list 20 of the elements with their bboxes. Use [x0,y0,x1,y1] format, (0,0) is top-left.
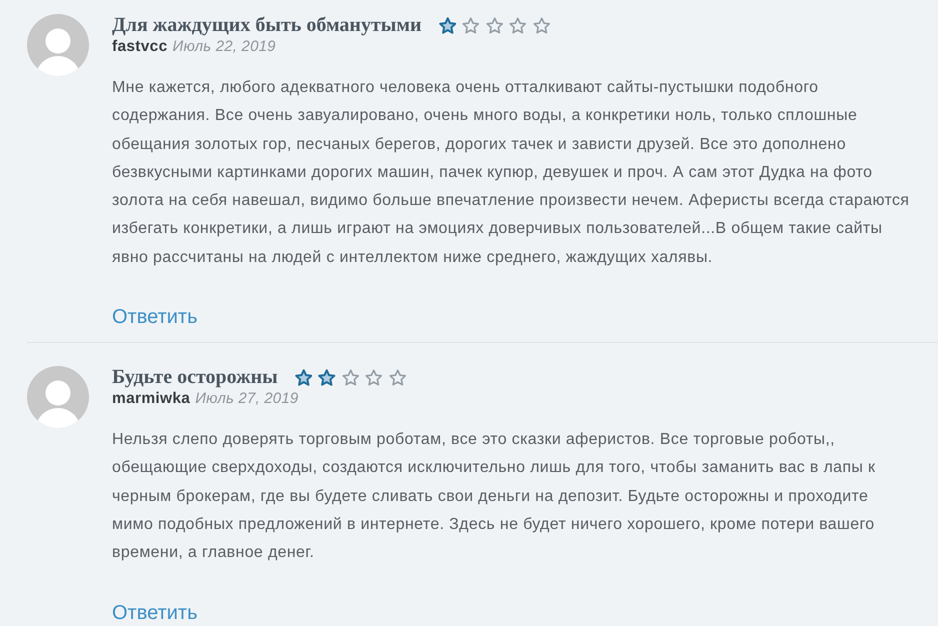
filled-star-icon [438,16,456,34]
empty-star-icon [388,368,406,386]
comment-title: Будьте осторожны [112,365,278,390]
comment-date: Июль 22, 2019 [172,38,276,55]
author-name: marmiwka [112,390,190,408]
author-name: fastvcc [112,38,168,56]
comment-text: Нельзя слепо доверять торговым роботам, все это сказки аферистов. Все торговые роботы,, обещающие сверхдоходы, создаются исключительно лишь для того, чтобы заманить вас в лапы к черным брокерам, где вы будете сливать свои деньги на депозит. Будьте осторожны и проходите мимо подобных предложений в интернете. Здесь не будет ничего хорошего, кроме потери вашего времени, а главное денег. [112,430,876,564]
comment-title: Для жаждущих быть обманутыми [112,13,422,38]
empty-star-icon [486,16,504,34]
empty-star-icon [342,368,360,386]
comment-text: Мне кажется, любого адекватного человека очень отталкивают сайты-пустышки подобного содержания. Все очень завуалировано, очень много воды, а конкретики ноль, только сплошные обещания золотых гор, песчаных берегов, дорогих тачек и зависти друзей. Все это дополнено безвкусными картинками дорогих машин, пачек купюр, девушек и проч. А сам этот Дудка на фото золота на себя навешал, видимо больше впечатление произвести нечем. Аферисты всегда стараются избегать конкретики, а лишь играют на эмоциях доверчивых пользователей...В общем такие сайты явно рассчитаны на людей с интеллектом ниже среднего, жаждущих халявы. [112,78,910,268]
empty-star-icon [365,368,383,386]
filled-star-icon [294,368,312,386]
reply-link[interactable]: Ответить [112,600,198,625]
empty-star-icon [532,16,550,34]
comment-date: Июль 27, 2019 [195,390,298,408]
filled-star-icon [318,368,336,386]
reply-link[interactable]: Ответить [112,305,198,330]
empty-star-icon [509,16,527,34]
empty-star-icon [462,16,480,34]
